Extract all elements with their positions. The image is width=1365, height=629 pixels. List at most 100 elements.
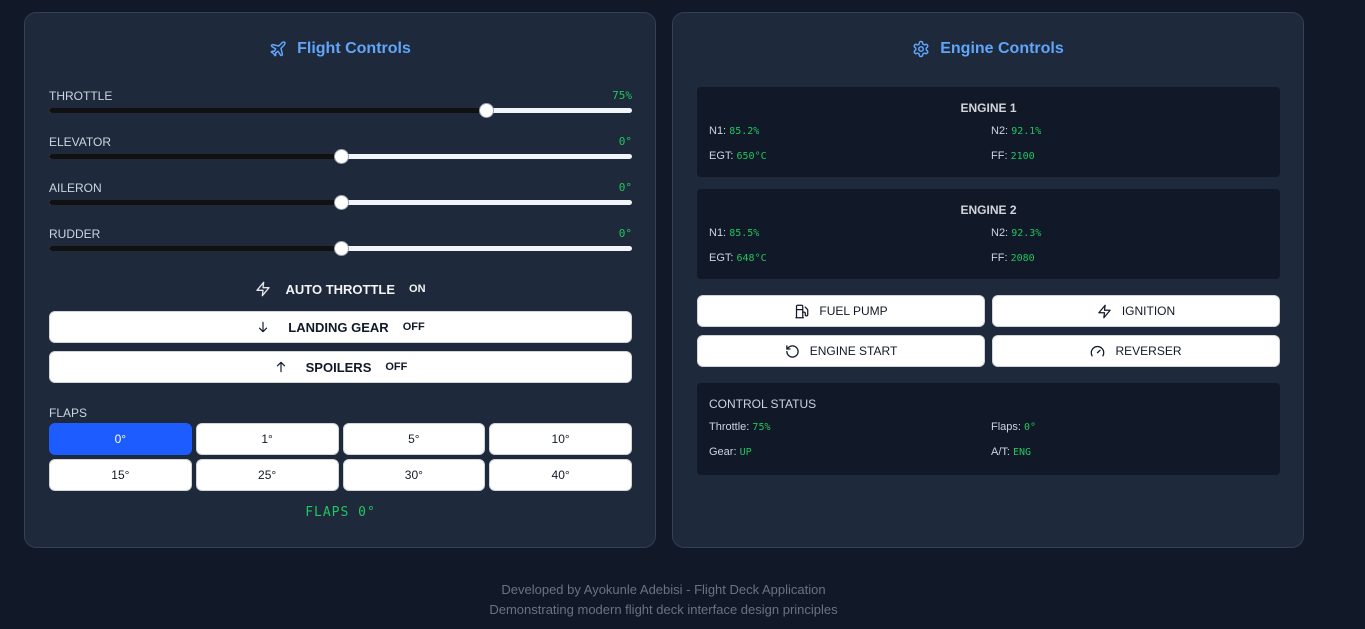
engine-controls-header: Engine Controls [673,37,1303,61]
status-throttle: Throttle: 75% [709,421,770,433]
status-flaps-label: Flaps: [991,421,1021,433]
spoilers-label: SPOILERS [305,359,372,375]
spoilers-button[interactable]: SPOILERS OFF [49,351,632,383]
throttle-thumb[interactable] [479,103,495,118]
spoilers-state: OFF [385,361,408,373]
flap-button-40[interactable]: 40° [489,459,632,491]
elevator-value: 0° [618,135,632,148]
flap-button-0[interactable]: 0° [49,423,192,455]
status-throttle-value: 75% [752,422,771,433]
status-flaps: Flaps: 0° [991,421,1036,433]
throttle-fill [49,108,487,113]
aileron-slider[interactable]: AILERON 0° [49,181,632,215]
engine-1-ff: FF: 2100 [991,150,1035,162]
landing-gear-button[interactable]: LANDING GEAR OFF [49,311,632,343]
egt-value: 650°C [736,151,767,162]
ff-label: FF: [991,252,1008,264]
throttle-track[interactable] [49,103,632,118]
throttle-slider[interactable]: THROTTLE 75% [49,89,632,123]
flap-button-10[interactable]: 10° [489,423,632,455]
engine-1-readout: ENGINE 1 N1: 85.2% N2: 92.1% EGT: 650°C … [697,87,1280,177]
lightning-icon [1098,304,1111,318]
status-flaps-value: 0° [1024,422,1037,433]
flaps-label: FLAPS [49,406,88,420]
n2-value: 92.3% [1011,228,1042,239]
egt-label: EGT: [709,252,734,264]
ff-value: 2100 [1010,151,1035,162]
arrow-up-icon [276,361,285,373]
engine-1-egt: EGT: 650°C [709,150,767,162]
engine-1-n1: N1: 85.2% [709,125,759,137]
status-gear-value: UP [739,447,752,458]
engine-start-button[interactable]: ENGINE START [697,335,985,367]
rudder-label: RUDDER [49,227,101,241]
control-status-title: CONTROL STATUS [709,397,817,411]
control-status-box: CONTROL STATUS Throttle: 75% Flaps: 0° G… [697,383,1280,475]
rudder-fill [49,246,341,251]
n1-label: N1: [709,125,727,137]
n1-value: 85.5% [729,228,760,239]
flap-button-25[interactable]: 25° [195,459,339,491]
gauge-icon [1091,345,1105,356]
flight-controls-header: Flight Controls [25,37,655,61]
aileron-thumb[interactable] [333,195,349,210]
egt-label: EGT: [709,150,734,162]
rudder-track[interactable] [49,241,632,256]
arrow-down-icon [259,321,268,333]
auto-throttle-state: ON [409,283,426,295]
elevator-thumb[interactable] [333,149,349,164]
ignition-button[interactable]: IGNITION [992,295,1280,327]
ff-value: 2080 [1010,253,1035,264]
status-at-label: A/T: [991,446,1010,458]
elevator-slider[interactable]: ELEVATOR 0° [49,135,632,169]
footer-tagline: Demonstrating modern flight deck interfa… [489,602,838,617]
aileron-label: AILERON [49,181,102,195]
aileron-fill [49,200,341,205]
rudder-thumb[interactable] [333,241,349,256]
status-gear-label: Gear: [709,446,737,458]
landing-gear-label: LANDING GEAR [288,319,389,335]
engine-controls-title: Engine Controls [940,40,1064,57]
ff-label: FF: [991,150,1008,162]
throttle-value: 75% [612,89,632,102]
auto-throttle-label: AUTO THROTTLE [285,281,396,297]
egt-value: 648°C [736,253,767,264]
gear-icon [913,40,929,58]
fuel-pump-button[interactable]: FUEL PUMP [697,295,985,327]
flight-controls-title: Flight Controls [297,40,411,57]
rotate-icon [785,344,799,358]
flight-controls-panel: Flight Controls THROTTLE 75% ELEVATOR 0°… [24,12,656,548]
lightning-icon [256,281,271,297]
flap-button-1[interactable]: 1° [195,423,339,455]
flap-button-30[interactable]: 30° [342,459,486,491]
engine-2-n2: N2: 92.3% [991,227,1041,239]
status-autothrottle: A/T: ENG [991,446,1031,458]
n2-label: N2: [991,125,1009,137]
flaps-selector: 0° 1° 5° 10° 15° 25° 30° 40° [49,423,632,491]
elevator-fill [49,154,341,159]
engine-2-egt: EGT: 648°C [709,252,767,264]
ignition-label: IGNITION [1121,304,1176,318]
elevator-label: ELEVATOR [49,135,112,149]
n2-label: N2: [991,227,1009,239]
aileron-track[interactable] [49,195,632,210]
aileron-value: 0° [618,181,632,194]
n1-value: 85.2% [729,126,760,137]
engine-1-name: ENGINE 1 [960,101,1017,115]
n2-value: 92.1% [1011,126,1042,137]
rudder-value: 0° [618,227,632,240]
engine-2-n1: N1: 85.5% [709,227,759,239]
plane-icon [270,41,286,57]
elevator-track[interactable] [49,149,632,164]
engine-controls-panel: Engine Controls ENGINE 1 N1: 85.2% N2: 9… [672,12,1304,548]
flap-button-5[interactable]: 5° [342,423,486,455]
engine-1-n2: N2: 92.1% [991,125,1041,137]
engine-2-name: ENGINE 2 [960,203,1017,217]
fuel-icon [795,304,809,318]
status-at-value: ENG [1013,447,1032,458]
flap-button-15[interactable]: 15° [49,459,192,491]
auto-throttle-toggle[interactable]: AUTO THROTTLE ON [49,279,632,299]
landing-gear-state: OFF [402,321,425,333]
rudder-slider[interactable]: RUDDER 0° [49,227,632,261]
reverser-button[interactable]: REVERSER [992,335,1280,367]
